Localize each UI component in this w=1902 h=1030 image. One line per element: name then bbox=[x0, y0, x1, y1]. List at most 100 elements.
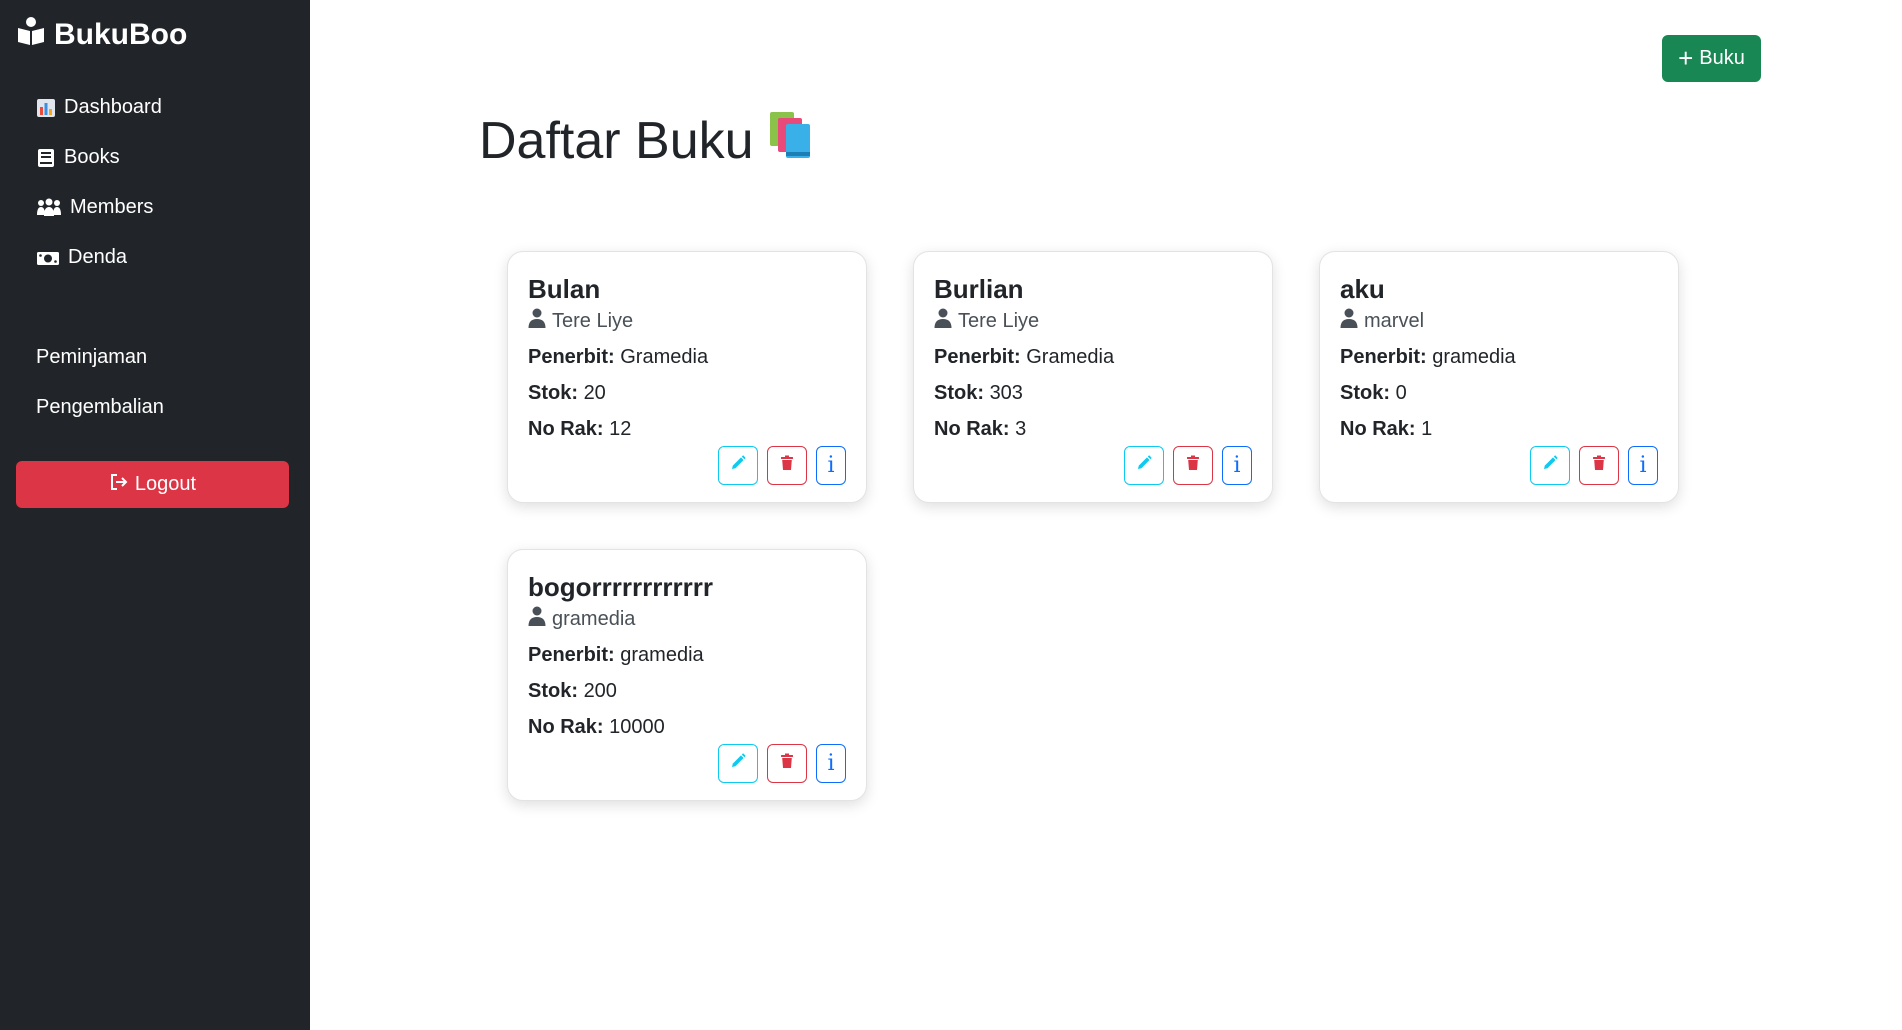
people-group-icon bbox=[36, 198, 62, 218]
penerbit-value: Gramedia bbox=[1026, 346, 1115, 368]
book-card: bogorrrrrrrrrrrr gramedia Penerbit: gram… bbox=[507, 549, 867, 801]
book-stok: Stok: 0 bbox=[1340, 382, 1407, 405]
stok-value: 200 bbox=[583, 680, 617, 702]
book-card: Bulan Tere Liye Penerbit: Gramedia Stok:… bbox=[507, 251, 867, 503]
book-title: bogorrrrrrrrrrrr bbox=[528, 572, 713, 602]
book-penerbit: Penerbit: gramedia bbox=[1340, 346, 1516, 369]
sidebar-item-books[interactable]: Books bbox=[36, 146, 120, 169]
user-icon bbox=[1340, 308, 1358, 334]
info-button[interactable]: i bbox=[1222, 446, 1252, 485]
sidebar-item-pengembalian[interactable]: Pengembalian bbox=[36, 396, 164, 419]
book-penerbit: Penerbit: Gramedia bbox=[528, 346, 708, 369]
sidebar-item-label: Members bbox=[70, 196, 154, 218]
sidebar-item-label: Books bbox=[64, 146, 120, 168]
trash-icon bbox=[1590, 454, 1608, 477]
no-rak-label: No Rak: bbox=[528, 716, 604, 738]
book-no-rak: No Rak: 10000 bbox=[528, 716, 665, 739]
books-stack-icon bbox=[766, 108, 818, 173]
add-book-label: Buku bbox=[1699, 47, 1745, 69]
book-card: aku marvel Penerbit: gramedia Stok: 0 No… bbox=[1319, 251, 1679, 503]
no-rak-value: 1 bbox=[1421, 418, 1433, 440]
no-rak-value: 10000 bbox=[609, 716, 665, 738]
book-actions: i bbox=[1530, 446, 1658, 485]
penerbit-label: Penerbit: bbox=[1340, 346, 1427, 368]
book-penerbit: Penerbit: gramedia bbox=[528, 644, 704, 667]
brand-logo[interactable]: BukuBoo bbox=[16, 16, 187, 54]
sidebar-item-label: Dashboard bbox=[64, 96, 162, 118]
edit-button[interactable] bbox=[718, 744, 758, 783]
user-icon bbox=[528, 308, 546, 334]
book-no-rak: No Rak: 3 bbox=[934, 418, 1026, 441]
sidebar-item-dashboard[interactable]: Dashboard bbox=[36, 96, 162, 119]
page-title-text: Daftar Buku bbox=[479, 111, 754, 170]
book-author-name: marvel bbox=[1364, 309, 1425, 332]
book-actions: i bbox=[718, 744, 846, 783]
book-author: marvel bbox=[1340, 308, 1424, 334]
delete-button[interactable] bbox=[767, 744, 807, 783]
book-icon bbox=[36, 148, 56, 168]
book-no-rak: No Rak: 1 bbox=[1340, 418, 1432, 441]
delete-button[interactable] bbox=[1579, 446, 1619, 485]
stok-label: Stok: bbox=[528, 680, 578, 702]
penerbit-label: Penerbit: bbox=[528, 346, 615, 368]
plus-icon: + bbox=[1678, 42, 1694, 73]
info-icon: i bbox=[1639, 453, 1647, 478]
logout-label: Logout bbox=[134, 473, 197, 495]
info-button[interactable]: i bbox=[816, 446, 846, 485]
sidebar-item-members[interactable]: Members bbox=[36, 196, 153, 219]
sidebar-item-label: Peminjaman bbox=[36, 346, 148, 368]
book-stok: Stok: 303 bbox=[934, 382, 1023, 405]
no-rak-label: No Rak: bbox=[1340, 418, 1416, 440]
add-book-button[interactable]: + Buku bbox=[1662, 35, 1761, 82]
penerbit-value: Gramedia bbox=[620, 346, 709, 368]
book-penerbit: Penerbit: Gramedia bbox=[934, 346, 1114, 369]
open-book-reader-icon bbox=[16, 16, 46, 54]
no-rak-value: 3 bbox=[1015, 418, 1027, 440]
book-title: aku bbox=[1340, 274, 1385, 304]
sidebar-item-denda[interactable]: Denda bbox=[36, 246, 127, 269]
no-rak-label: No Rak: bbox=[934, 418, 1010, 440]
no-rak-label: No Rak: bbox=[528, 418, 604, 440]
bar-chart-icon bbox=[36, 98, 56, 118]
book-stok: Stok: 20 bbox=[528, 382, 606, 405]
book-title: Bulan bbox=[528, 274, 601, 304]
stok-value: 303 bbox=[989, 382, 1023, 404]
edit-button[interactable] bbox=[718, 446, 758, 485]
no-rak-value: 12 bbox=[609, 418, 632, 440]
penerbit-value: gramedia bbox=[620, 644, 704, 666]
sidebar-item-label: Pengembalian bbox=[36, 396, 164, 418]
book-author: gramedia bbox=[528, 606, 635, 632]
logout-button[interactable]: Logout bbox=[16, 461, 289, 508]
info-button[interactable]: i bbox=[816, 744, 846, 783]
trash-icon bbox=[778, 752, 796, 775]
penerbit-value: gramedia bbox=[1432, 346, 1516, 368]
book-author-name: Tere Liye bbox=[958, 309, 1040, 332]
sidebar-item-label: Denda bbox=[68, 246, 127, 268]
pencil-icon bbox=[729, 752, 747, 775]
pencil-icon bbox=[1135, 454, 1153, 477]
pencil-icon bbox=[729, 454, 747, 477]
info-icon: i bbox=[827, 453, 835, 478]
book-stok: Stok: 200 bbox=[528, 680, 617, 703]
edit-button[interactable] bbox=[1530, 446, 1570, 485]
edit-button[interactable] bbox=[1124, 446, 1164, 485]
sidebar-item-peminjaman[interactable]: Peminjaman bbox=[36, 346, 147, 369]
book-author: Tere Liye bbox=[934, 308, 1039, 334]
info-icon: i bbox=[827, 751, 835, 776]
page-title: Daftar Buku bbox=[479, 108, 818, 173]
money-bill-icon bbox=[36, 248, 60, 268]
trash-icon bbox=[778, 454, 796, 477]
stok-value: 20 bbox=[583, 382, 606, 404]
stok-value: 0 bbox=[1395, 382, 1407, 404]
stok-label: Stok: bbox=[934, 382, 984, 404]
user-icon bbox=[934, 308, 952, 334]
trash-icon bbox=[1184, 454, 1202, 477]
penerbit-label: Penerbit: bbox=[528, 644, 615, 666]
info-icon: i bbox=[1233, 453, 1241, 478]
sidebar: BukuBoo Dashboard Books Members Denda Pe… bbox=[0, 0, 310, 1030]
book-author: Tere Liye bbox=[528, 308, 633, 334]
book-actions: i bbox=[718, 446, 846, 485]
info-button[interactable]: i bbox=[1628, 446, 1658, 485]
delete-button[interactable] bbox=[767, 446, 807, 485]
delete-button[interactable] bbox=[1173, 446, 1213, 485]
